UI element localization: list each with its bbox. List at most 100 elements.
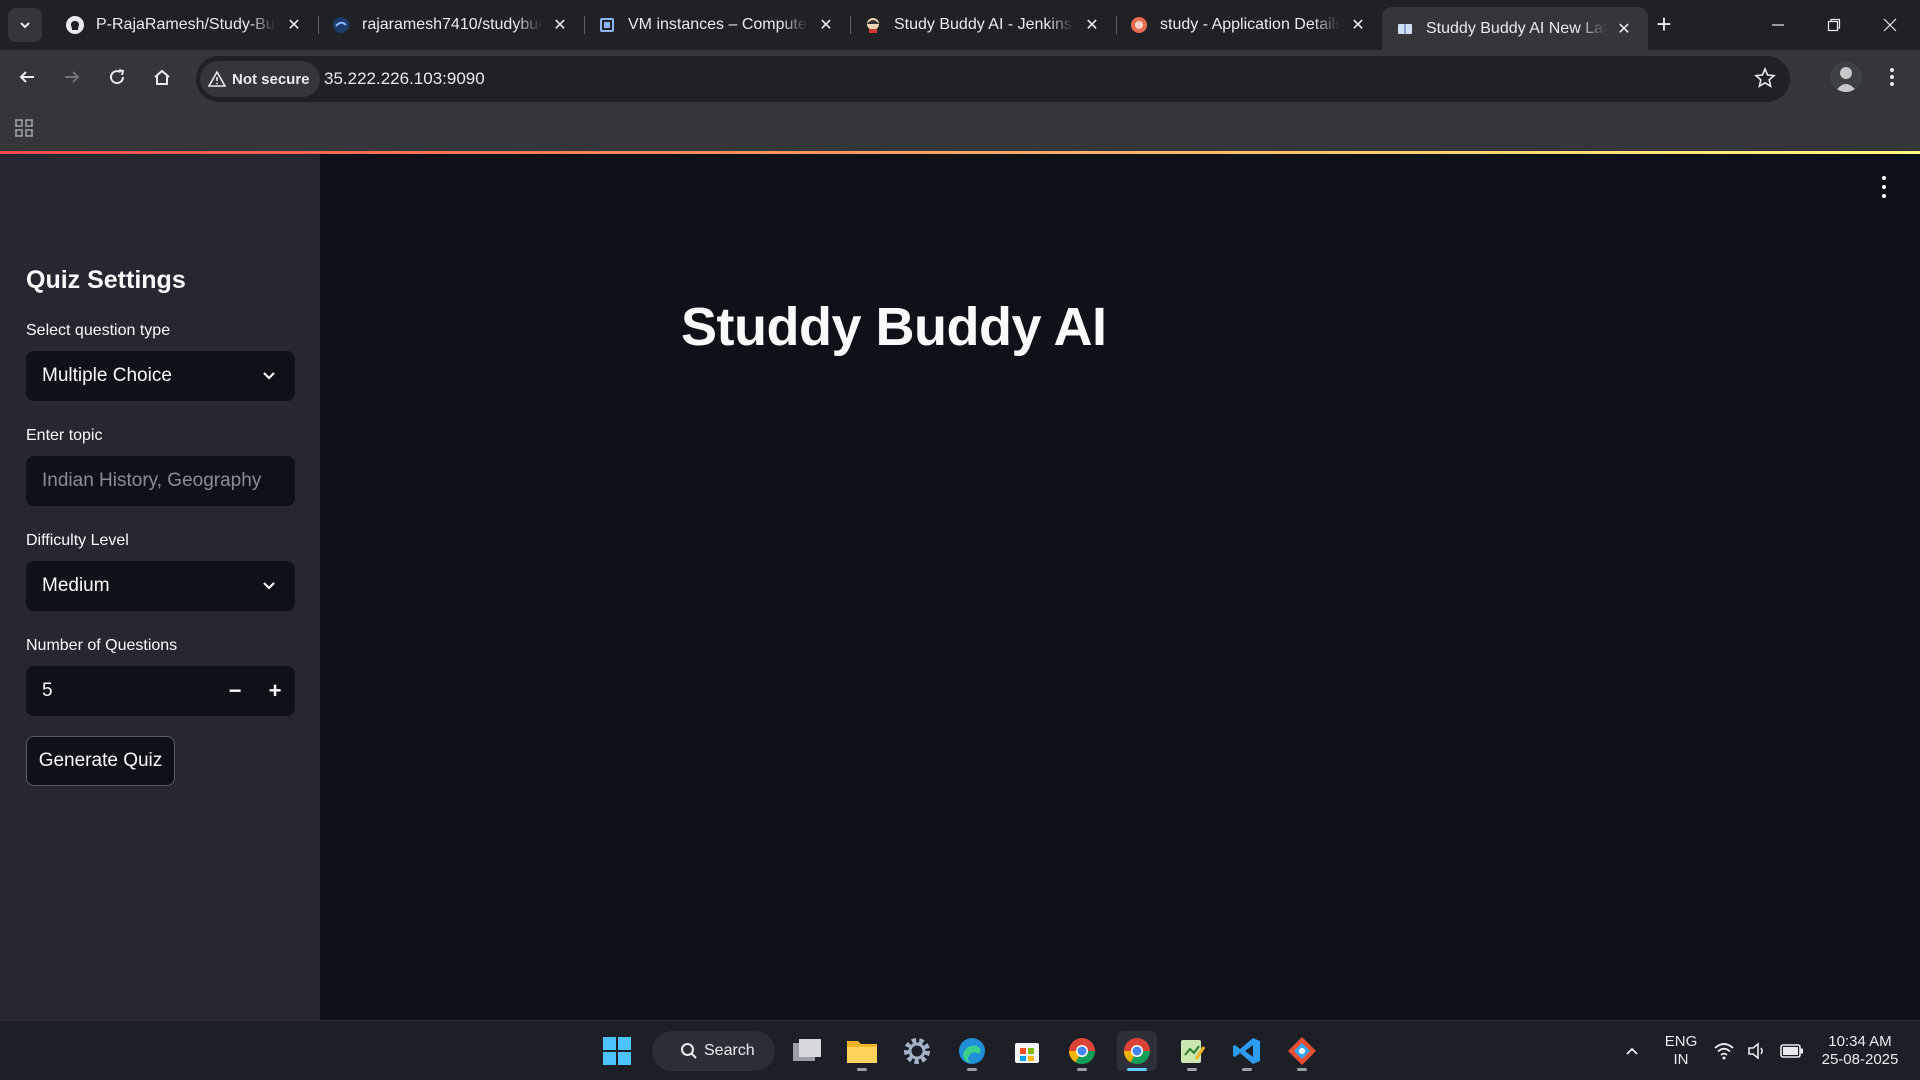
close-icon[interactable]: ✕ bbox=[1082, 15, 1102, 35]
language-code: ENG bbox=[1664, 1033, 1698, 1050]
browser-toolbar: Not secure 35.222.226.103:9090 bbox=[0, 50, 1920, 107]
file-explorer-button[interactable] bbox=[842, 1031, 882, 1071]
browser-tab-argocd[interactable]: study - Application Details ✕ bbox=[1116, 7, 1382, 43]
site-security-chip[interactable]: Not secure bbox=[200, 61, 320, 97]
increment-button[interactable]: + bbox=[255, 666, 295, 716]
chrome-icon bbox=[1123, 1038, 1151, 1065]
close-icon[interactable]: ✕ bbox=[550, 15, 570, 35]
tab-title: rajaramesh7410/studybud bbox=[362, 16, 542, 33]
main-content: Studdy Buddy AI bbox=[320, 154, 1920, 1020]
difficulty-label: Difficulty Level bbox=[26, 532, 129, 549]
security-label: Not secure bbox=[232, 70, 310, 88]
profile-avatar[interactable] bbox=[1831, 62, 1861, 92]
tab-title: Study Buddy AI - Jenkins bbox=[894, 16, 1072, 33]
tab-title: Studdy Buddy AI New Late bbox=[1426, 19, 1606, 37]
tab-search-button[interactable] bbox=[8, 8, 42, 42]
clock[interactable]: 10:34 AM 25-08-2025 bbox=[1812, 1033, 1908, 1069]
reload-icon bbox=[110, 69, 125, 85]
difficulty-select[interactable]: Medium bbox=[26, 561, 295, 611]
vscode-icon bbox=[1233, 1038, 1260, 1064]
arrow-right-icon bbox=[65, 71, 80, 83]
chrome-profile-button[interactable] bbox=[1062, 1031, 1102, 1071]
minimize-button[interactable] bbox=[1750, 0, 1806, 50]
menu-dot bbox=[1882, 194, 1886, 198]
git-tool-button[interactable] bbox=[1282, 1031, 1322, 1071]
close-window-button[interactable] bbox=[1862, 0, 1918, 50]
docker-hub-icon bbox=[332, 16, 350, 34]
close-icon[interactable]: ✕ bbox=[284, 15, 304, 35]
wifi-icon bbox=[1714, 1043, 1734, 1060]
notepad-icon bbox=[1181, 1040, 1206, 1063]
apps-grid-icon[interactable] bbox=[14, 118, 34, 143]
book-icon bbox=[1396, 20, 1414, 38]
system-status-group[interactable] bbox=[1707, 1031, 1811, 1071]
tab-title: study - Application Details bbox=[1160, 16, 1340, 33]
edge-button[interactable] bbox=[952, 1031, 992, 1071]
argocd-icon bbox=[1130, 16, 1148, 34]
topic-input[interactable] bbox=[26, 456, 295, 506]
home-button[interactable] bbox=[145, 60, 179, 94]
chrome-active-button[interactable] bbox=[1117, 1031, 1157, 1071]
tab-list: P-RajaRamesh/Study-Budd ✕ rajaramesh7410… bbox=[52, 7, 1648, 50]
language-indicator[interactable]: ENG IN bbox=[1660, 1033, 1702, 1069]
task-view-icon bbox=[793, 1039, 821, 1061]
browser-tab-compute-engine[interactable]: VM instances – Compute E ✕ bbox=[584, 7, 850, 43]
gear-icon bbox=[904, 1038, 930, 1064]
browser-tab-docker-hub[interactable]: rajaramesh7410/studybud ✕ bbox=[318, 7, 584, 43]
edge-browser-icon bbox=[959, 1038, 985, 1064]
address-bar[interactable]: Not secure 35.222.226.103:9090 bbox=[196, 56, 1790, 102]
chevron-down-icon bbox=[263, 372, 275, 380]
active-indicator bbox=[1127, 1068, 1147, 1071]
question-type-select[interactable]: Multiple Choice bbox=[26, 351, 295, 401]
close-icon[interactable]: ✕ bbox=[816, 15, 836, 35]
url-text[interactable]: 35.222.226.103:9090 bbox=[324, 69, 485, 89]
sidebar: Quiz Settings Select question type Multi… bbox=[0, 154, 320, 1020]
generate-quiz-button[interactable]: Generate Quiz bbox=[26, 736, 175, 786]
browser-menu-button[interactable] bbox=[1880, 62, 1904, 92]
taskbar-search[interactable]: Search bbox=[652, 1031, 775, 1071]
show-hidden-icons-button[interactable] bbox=[1612, 1031, 1652, 1071]
more-vertical-icon bbox=[1890, 68, 1894, 86]
forward-button[interactable] bbox=[55, 60, 89, 94]
decrement-button[interactable]: − bbox=[215, 666, 255, 716]
question-type-label: Select question type bbox=[26, 322, 171, 339]
question-type-value: Multiple Choice bbox=[42, 365, 172, 386]
app-menu-button[interactable] bbox=[1876, 176, 1892, 198]
jenkins-icon bbox=[864, 16, 882, 34]
git-diamond-icon bbox=[1288, 1037, 1316, 1065]
store-button[interactable] bbox=[1007, 1031, 1047, 1071]
home-icon bbox=[154, 69, 170, 85]
notepad-button[interactable] bbox=[1172, 1031, 1212, 1071]
num-questions-stepper: 5 − + bbox=[26, 666, 295, 716]
vscode-button[interactable] bbox=[1227, 1031, 1267, 1071]
chevron-up-icon bbox=[1626, 1047, 1638, 1055]
num-questions-value[interactable]: 5 bbox=[42, 680, 215, 702]
battery-icon bbox=[1780, 1044, 1804, 1058]
browser-tab-strip: P-RajaRamesh/Study-Budd ✕ rajaramesh7410… bbox=[0, 0, 1920, 50]
start-button[interactable] bbox=[597, 1031, 637, 1071]
bookmark-star-icon[interactable] bbox=[1754, 66, 1776, 94]
sidebar-heading: Quiz Settings bbox=[26, 266, 186, 294]
windows-logo-icon bbox=[603, 1037, 631, 1065]
new-tab-button[interactable]: + bbox=[1650, 10, 1678, 38]
warning-triangle-icon bbox=[208, 70, 226, 87]
reload-button[interactable] bbox=[100, 60, 134, 94]
browser-tab-github[interactable]: P-RajaRamesh/Study-Budd ✕ bbox=[52, 7, 318, 43]
restore-icon bbox=[1827, 18, 1841, 32]
running-indicator bbox=[1187, 1068, 1197, 1071]
back-button[interactable] bbox=[10, 60, 44, 94]
settings-button[interactable] bbox=[897, 1031, 937, 1071]
speaker-icon bbox=[1748, 1042, 1763, 1060]
running-indicator bbox=[1297, 1068, 1307, 1071]
chrome-icon bbox=[1068, 1038, 1096, 1065]
page-title: Studdy Buddy AI bbox=[681, 297, 1107, 357]
tab-title: VM instances – Compute E bbox=[628, 16, 808, 33]
close-icon[interactable]: ✕ bbox=[1614, 19, 1634, 39]
menu-dot bbox=[1882, 176, 1886, 180]
browser-tab-active-app[interactable]: Studdy Buddy AI New Late ✕ bbox=[1382, 7, 1648, 50]
restore-button[interactable] bbox=[1806, 0, 1862, 50]
close-icon[interactable]: ✕ bbox=[1348, 15, 1368, 35]
browser-tab-jenkins[interactable]: Study Buddy AI - Jenkins ✕ bbox=[850, 7, 1116, 43]
task-view-button[interactable] bbox=[787, 1031, 827, 1071]
running-indicator bbox=[857, 1068, 867, 1071]
